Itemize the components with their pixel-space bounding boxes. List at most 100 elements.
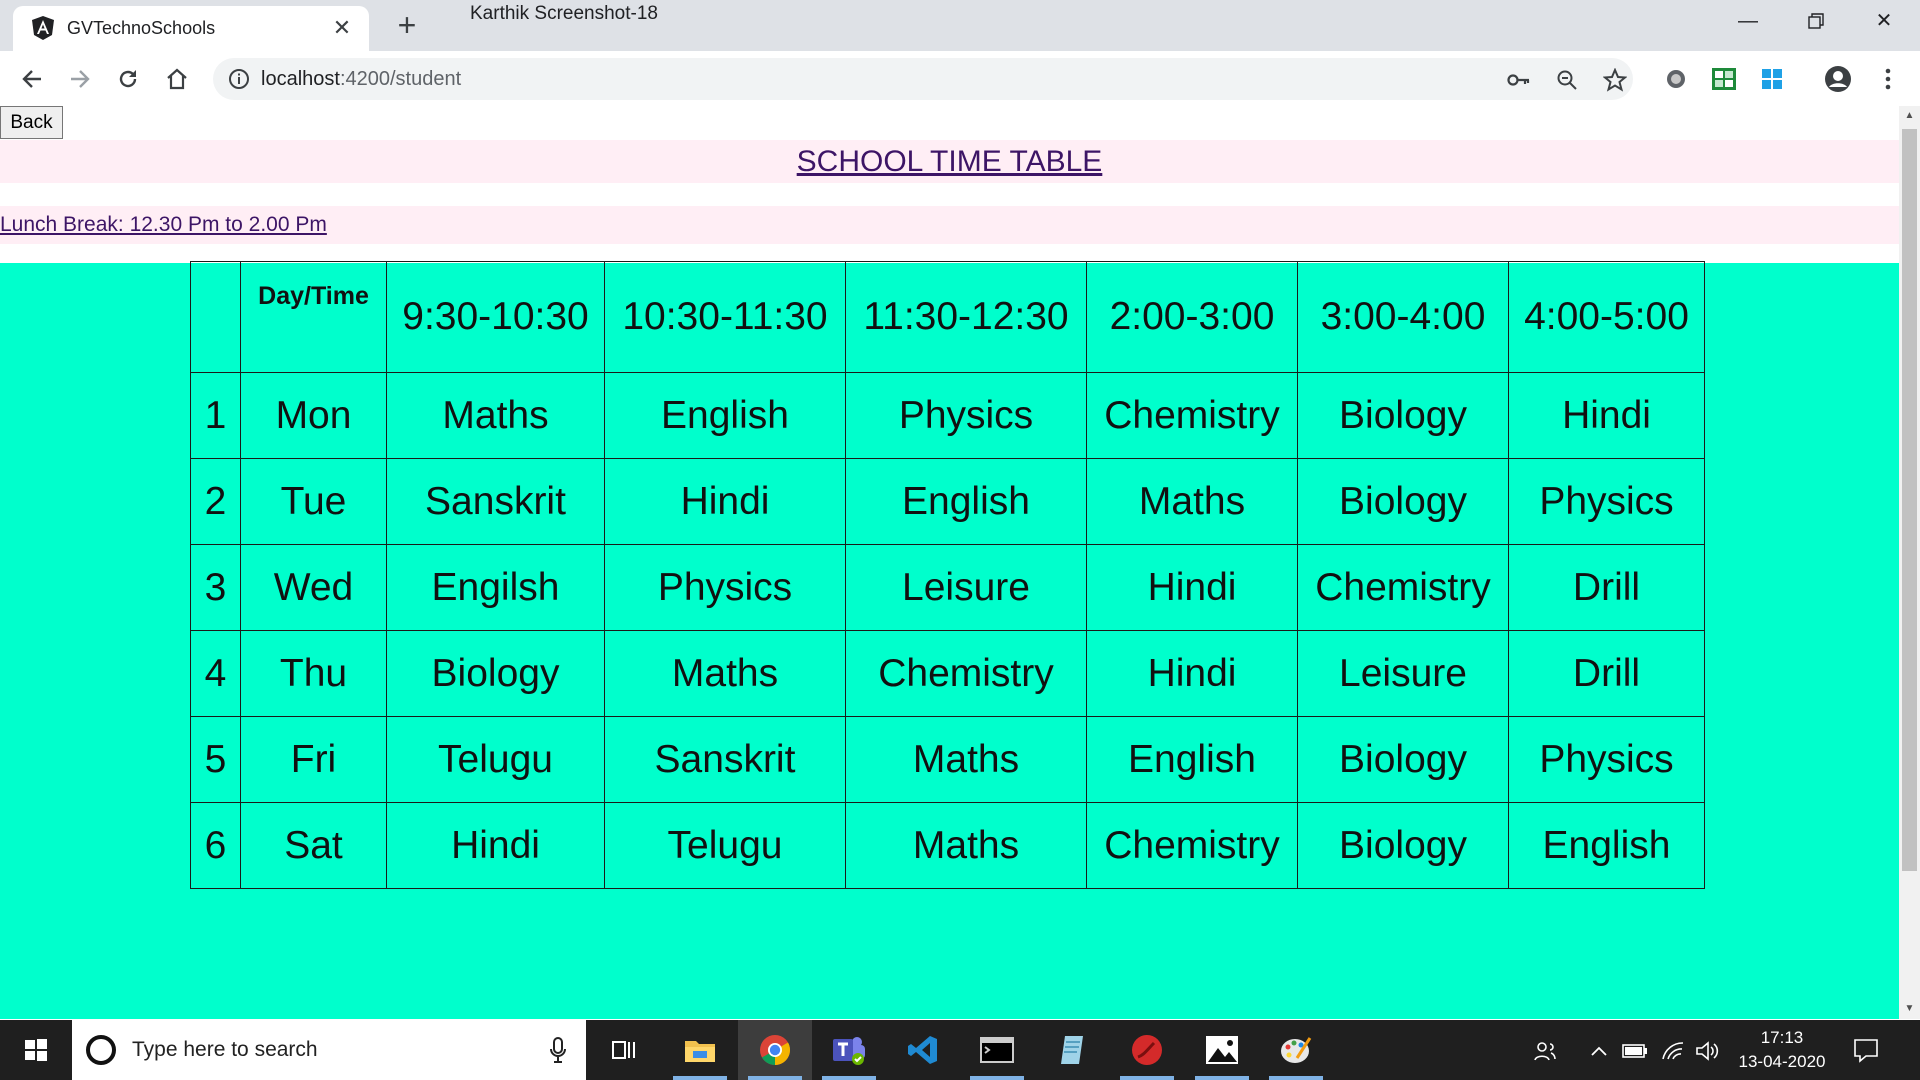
vertical-scrollbar[interactable]: ▲ ▼ [1899, 106, 1920, 1019]
header-cell-index [190, 261, 241, 373]
chrome-icon[interactable] [738, 1020, 812, 1080]
cortana-icon [86, 1035, 116, 1065]
forward-arrow-icon[interactable] [64, 63, 96, 95]
chevron-up-icon[interactable] [1586, 1038, 1612, 1064]
back-arrow-icon[interactable] [16, 63, 48, 95]
table-cell: Leisure [845, 544, 1087, 631]
table-cell: English [1508, 802, 1705, 889]
windows-start-icon[interactable] [0, 1020, 72, 1080]
clock-time: 17:13 [1760, 1028, 1804, 1047]
extension-circle-icon[interactable] [1660, 63, 1692, 95]
paint-icon[interactable] [1259, 1020, 1333, 1080]
scroll-down-icon[interactable]: ▼ [1899, 999, 1920, 1019]
file-explorer-icon[interactable] [663, 1020, 737, 1080]
info-icon[interactable] [227, 67, 251, 91]
url-path: :4200/student [339, 68, 462, 90]
app-active-indicator [1120, 1076, 1174, 1080]
table-cell: Chemistry [845, 630, 1087, 717]
profile-avatar-icon[interactable] [1822, 63, 1854, 95]
zoom-icon[interactable] [1554, 67, 1580, 93]
back-button[interactable]: Back [0, 106, 63, 139]
table-cell: 1 [190, 372, 241, 459]
table-cell: Maths [386, 372, 605, 459]
table-cell: Physics [1508, 716, 1705, 803]
page-title[interactable]: SCHOOL TIME TABLE [0, 140, 1899, 183]
table-cell: Hindi [1086, 544, 1298, 631]
clock-date: 13-04-2020 [1738, 1052, 1826, 1071]
address-bar[interactable]: localhost:4200/student [213, 58, 1633, 100]
header-cell-slot-6: 4:00-5:00 [1508, 261, 1705, 373]
new-tab-icon[interactable]: + [390, 8, 424, 42]
table-cell: Maths [604, 630, 846, 717]
battery-icon[interactable] [1622, 1038, 1648, 1064]
taskbar-clock[interactable]: 17:13 13-04-2020 [1730, 1026, 1834, 1074]
key-icon[interactable] [1506, 67, 1532, 93]
table-row: 4 Thu Biology Maths Chemistry Hindi Leis… [190, 630, 1705, 717]
table-cell: Thu [240, 630, 387, 717]
reload-icon[interactable] [112, 63, 144, 95]
table-cell: English [845, 458, 1087, 545]
table-cell: Hindi [386, 802, 605, 889]
scroll-up-icon[interactable]: ▲ [1899, 106, 1920, 126]
table-cell: Chemistry [1086, 372, 1298, 459]
page-viewport: Back SCHOOL TIME TABLE Lunch Break: 12.3… [0, 106, 1899, 1019]
taskbar-search-box[interactable]: Type here to search [72, 1020, 586, 1080]
windows-extension-icon[interactable] [1756, 63, 1788, 95]
app-active-indicator [1269, 1076, 1323, 1080]
vscode-icon[interactable] [886, 1020, 960, 1080]
terminal-icon[interactable] [960, 1020, 1034, 1080]
app-active-indicator [1195, 1076, 1249, 1080]
bookmark-star-icon[interactable] [1602, 67, 1628, 93]
header-cell-slot-2: 10:30-11:30 [604, 261, 846, 373]
app-active-indicator [748, 1076, 802, 1080]
timetable: Day/Time 9:30-10:30 10:30-11:30 11:30-12… [190, 261, 1705, 889]
url-text[interactable]: localhost:4200/student [261, 68, 461, 91]
teams-icon[interactable] [812, 1020, 886, 1080]
table-cell: English [604, 372, 846, 459]
table-cell: 5 [190, 716, 241, 803]
notification-icon[interactable] [1852, 1036, 1882, 1066]
header-cell-slot-5: 3:00-4:00 [1297, 261, 1509, 373]
table-cell: Fri [240, 716, 387, 803]
table-cell: Biology [1297, 372, 1509, 459]
microphone-icon[interactable] [548, 1036, 568, 1064]
table-cell: Telugu [604, 802, 846, 889]
table-cell: Biology [386, 630, 605, 717]
extension-sheet-icon[interactable] [1708, 63, 1740, 95]
table-cell: Hindi [604, 458, 846, 545]
volume-icon[interactable] [1694, 1038, 1720, 1064]
table-row: 5 Fri Telugu Sanskrit Maths English Biol… [190, 716, 1705, 803]
restore-icon[interactable] [1782, 0, 1850, 42]
table-cell: Maths [1086, 458, 1298, 545]
table-row: 6 Sat Hindi Telugu Maths Chemistry Biolo… [190, 802, 1705, 889]
table-cell: Hindi [1086, 630, 1298, 717]
notepad-icon[interactable] [1035, 1020, 1109, 1080]
window-caption: Karthik Screenshot-18 [470, 3, 658, 24]
menu-dots-icon[interactable] [1872, 63, 1904, 95]
table-cell: English [1086, 716, 1298, 803]
minimize-icon[interactable]: — [1714, 0, 1782, 42]
red-app-icon[interactable] [1110, 1020, 1184, 1080]
home-icon[interactable] [161, 63, 193, 95]
lunch-break-link[interactable]: Lunch Break: 12.30 Pm to 2.00 Pm [0, 206, 327, 244]
photos-icon[interactable] [1185, 1020, 1259, 1080]
timetable-header-row: Day/Time 9:30-10:30 10:30-11:30 11:30-12… [190, 261, 1705, 373]
task-view-icon[interactable] [587, 1020, 661, 1080]
app-active-indicator [970, 1076, 1024, 1080]
table-cell: Drill [1508, 544, 1705, 631]
table-cell: Biology [1297, 802, 1509, 889]
header-cell-daytime: Day/Time [240, 261, 387, 373]
close-window-icon[interactable]: ✕ [1850, 0, 1918, 42]
people-icon[interactable] [1532, 1038, 1558, 1064]
table-row: 2 Tue Sanskrit Hindi English Maths Biolo… [190, 458, 1705, 545]
table-cell: Biology [1297, 458, 1509, 545]
browser-tab[interactable]: GVTechnoSchools ✕ [13, 6, 369, 51]
wifi-icon[interactable] [1660, 1038, 1686, 1064]
app-active-indicator [673, 1076, 727, 1080]
windows-taskbar: Type here to search 17:13 13-04-2020 [0, 1020, 1920, 1080]
scrollbar-thumb[interactable] [1902, 129, 1917, 871]
table-cell: 4 [190, 630, 241, 717]
close-tab-icon[interactable]: ✕ [329, 15, 355, 41]
url-host: localhost [261, 68, 340, 90]
table-cell: Maths [845, 802, 1087, 889]
